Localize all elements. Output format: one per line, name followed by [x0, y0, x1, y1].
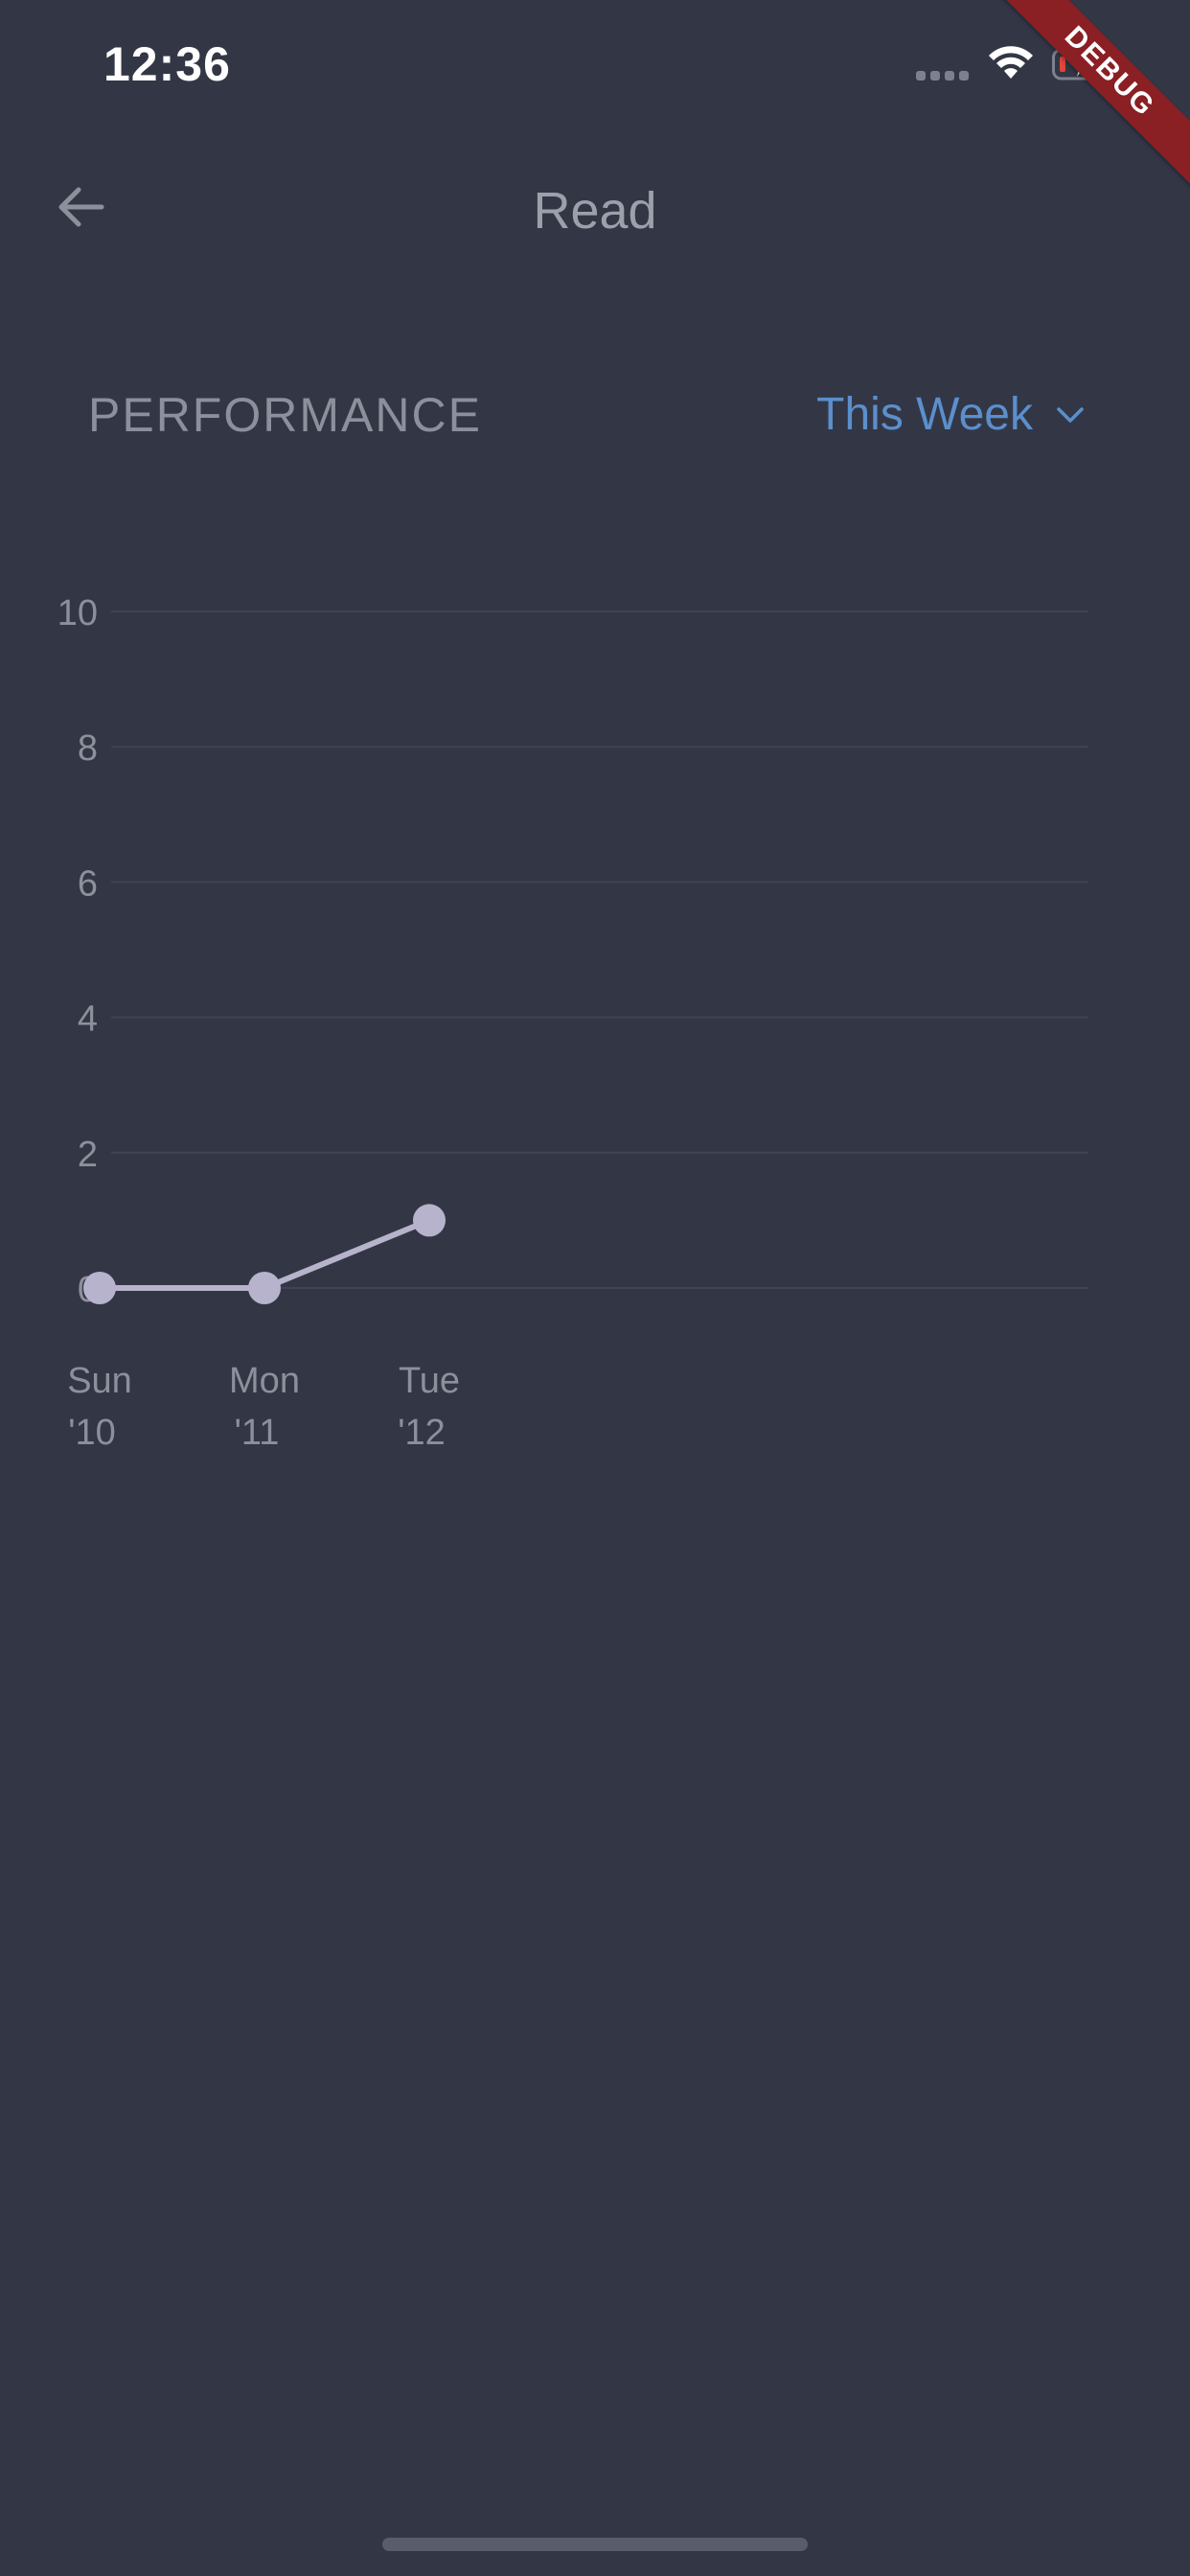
performance-chart: 0246810 Sun'10Mon'11Tue'12: [57, 593, 1088, 1453]
data-point: [248, 1272, 281, 1304]
x-tick-sublabel: '10: [68, 1413, 116, 1453]
data-point: [413, 1204, 446, 1237]
page-title: Read: [533, 182, 657, 240]
y-tick-label: 8: [78, 728, 98, 769]
home-indicator[interactable]: [382, 2538, 808, 2551]
section-title: PERFORMANCE: [88, 388, 482, 442]
status-time: 12:36: [103, 37, 231, 91]
y-tick-label: 6: [78, 863, 98, 904]
wifi-icon: [989, 46, 1033, 79]
data-point: [83, 1272, 116, 1304]
x-tick-sublabel: '11: [235, 1413, 280, 1453]
chart-grid: [111, 610, 1088, 1289]
chart-x-axis: Sun '10 Mon '11 Tue '12: [67, 1361, 460, 1453]
y-tick-label: 10: [57, 593, 98, 633]
chevron-down-icon: [1057, 407, 1084, 423]
x-tick-label: Tue: [399, 1361, 460, 1401]
chart-series: [83, 1204, 446, 1304]
period-dropdown[interactable]: This Week: [816, 381, 1085, 448]
cellular-signal-icon: [916, 71, 970, 80]
screen: 12:36 DEBUG Read PERFORMANCE This Week 0: [0, 0, 1190, 2576]
y-tick-label: 4: [78, 1000, 98, 1040]
chart-y-axis: 0246810: [57, 593, 98, 1310]
y-tick-label: 2: [78, 1135, 98, 1175]
period-label: This Week: [816, 389, 1033, 440]
x-tick-sublabel: '12: [398, 1413, 446, 1453]
x-tick-label: Sun: [67, 1361, 132, 1401]
x-tick-label: Mon: [229, 1361, 300, 1401]
